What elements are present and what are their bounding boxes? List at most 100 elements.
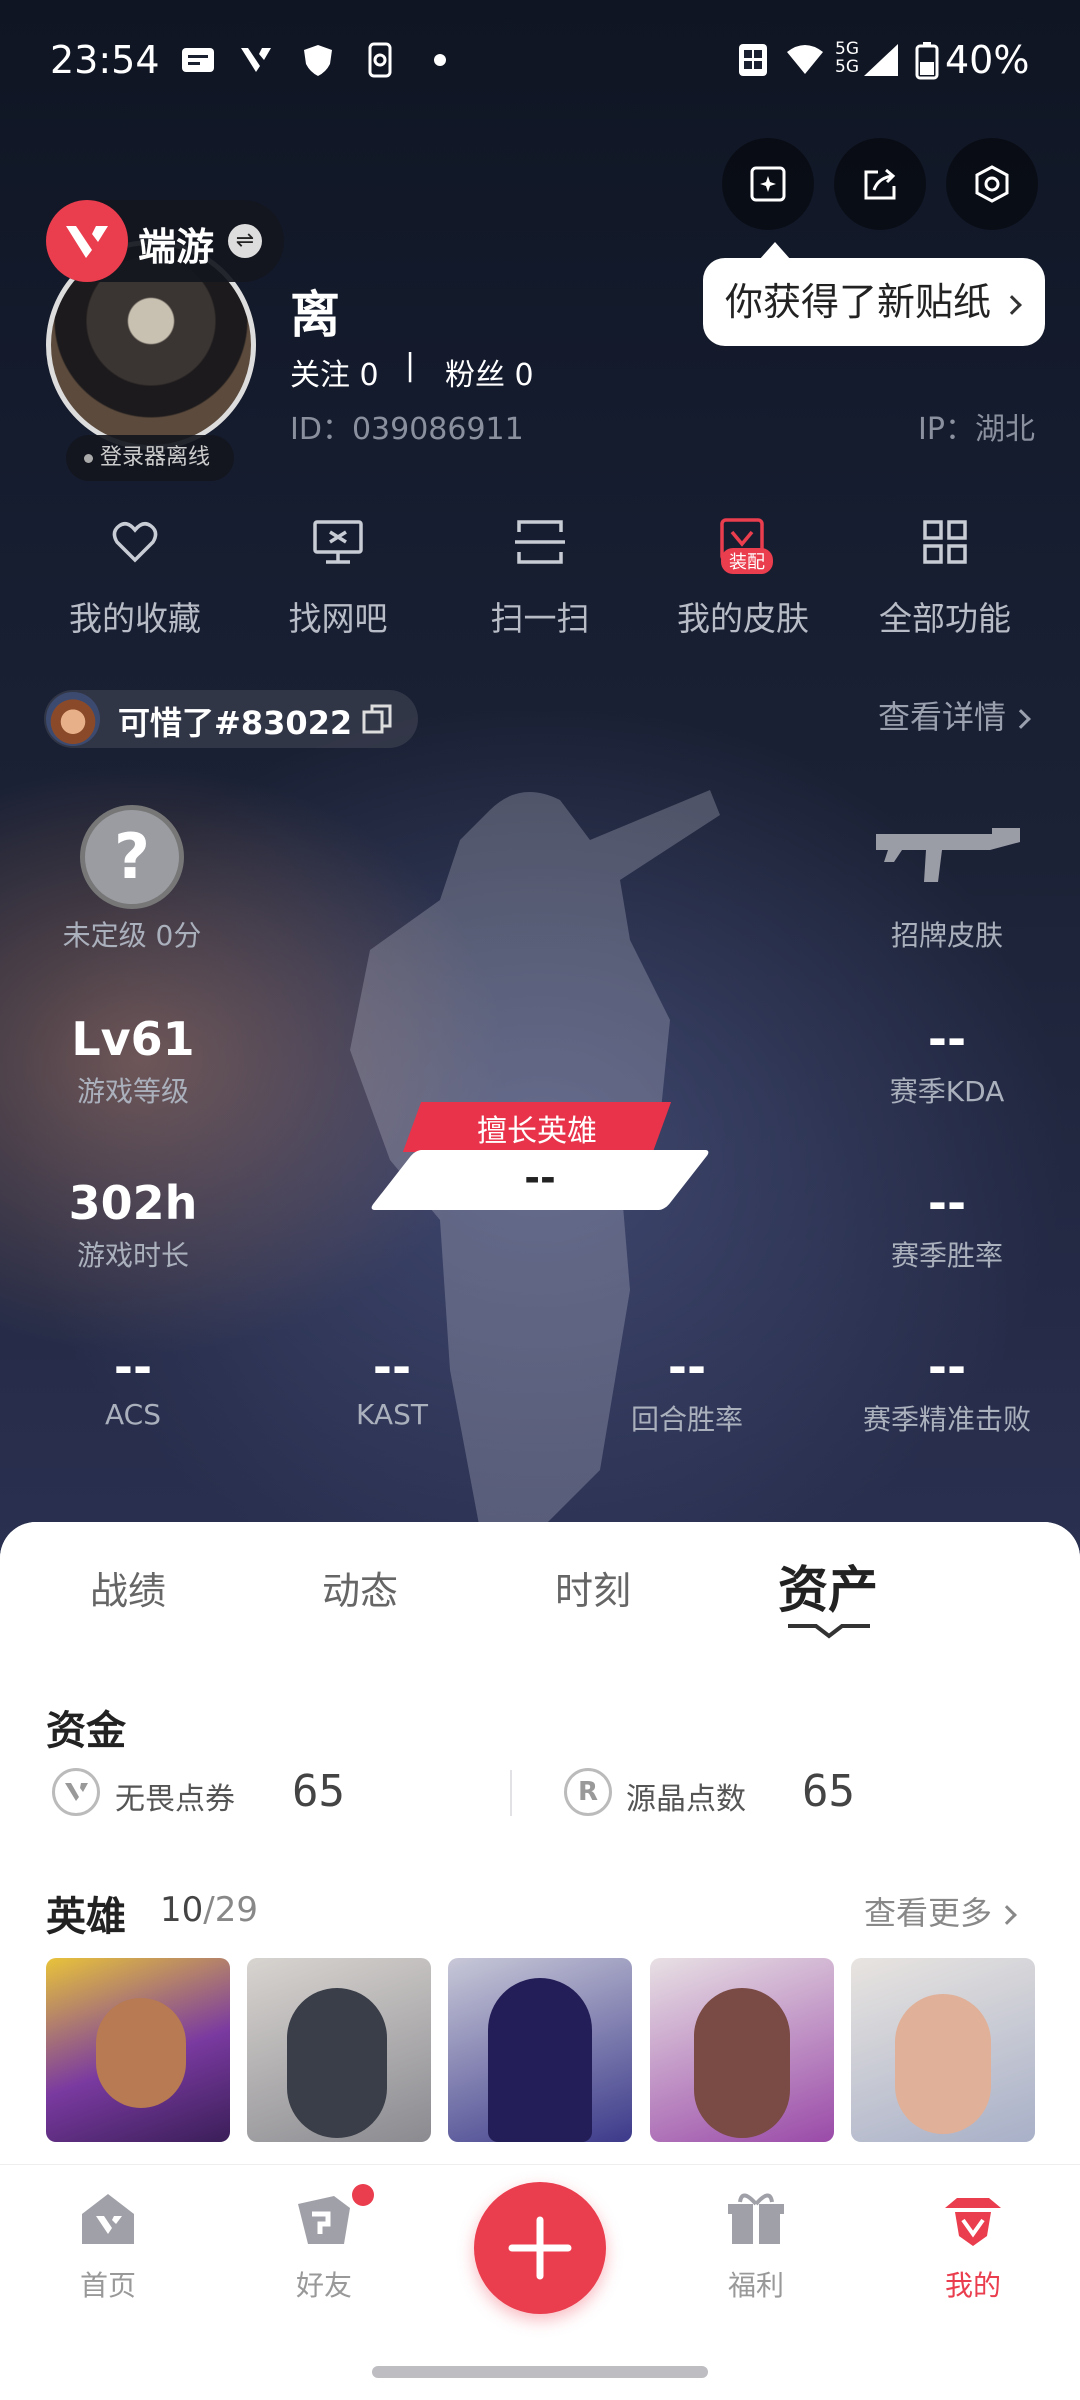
game-avatar bbox=[46, 692, 100, 746]
valorant-icon bbox=[238, 42, 274, 78]
tab-assets[interactable]: 资产 bbox=[778, 1550, 878, 1622]
stat-label: 回合胜率 bbox=[630, 1403, 743, 1436]
battery-icon bbox=[915, 42, 939, 80]
phone-sync-icon bbox=[362, 42, 398, 78]
nav-welfare[interactable]: 福利 bbox=[686, 2190, 826, 2304]
heroes-slash: / bbox=[203, 1890, 215, 1930]
stat-label: 游戏等级 bbox=[76, 1075, 189, 1108]
valorant-logo-icon bbox=[46, 200, 128, 282]
grid-icon bbox=[923, 520, 967, 564]
nav-label: 我的 bbox=[944, 2269, 1001, 2302]
gift-icon bbox=[728, 2193, 784, 2244]
dot-icon bbox=[430, 42, 466, 78]
hero-card[interactable] bbox=[448, 1958, 632, 2142]
fans-count[interactable]: 粉丝 0 bbox=[445, 350, 534, 394]
view-details-link[interactable]: 查看详情 bbox=[878, 692, 1031, 738]
gear-icon bbox=[975, 165, 1009, 203]
signature-skin-label[interactable]: 招牌皮肤 bbox=[842, 914, 1052, 954]
hero-portrait bbox=[96, 1998, 186, 2108]
hero-card[interactable] bbox=[851, 1958, 1035, 2142]
vp-currency-icon bbox=[52, 1768, 100, 1816]
settings-button[interactable] bbox=[946, 138, 1038, 230]
heroes-owned: 10 bbox=[160, 1890, 204, 1930]
shield-icon bbox=[300, 42, 336, 78]
rp-label: 源晶点数 bbox=[626, 1782, 746, 1817]
stat-label: 游戏时长 bbox=[76, 1239, 189, 1272]
heroes-count: 10/29 bbox=[160, 1890, 258, 1930]
gun-icon bbox=[876, 828, 1020, 882]
nfc-icon bbox=[735, 42, 771, 78]
quick-action-label: 全部功能 bbox=[879, 599, 1011, 638]
mode-switch-badge[interactable]: 端游 ⇌ bbox=[46, 200, 284, 282]
follow-count[interactable]: 关注 0 bbox=[290, 350, 379, 394]
heroes-title: 英雄 bbox=[46, 1894, 126, 1940]
nav-friends[interactable]: 好友 bbox=[254, 2184, 394, 2304]
stat-hours: 302h 游戏时长 bbox=[28, 1176, 238, 1274]
username: 离 bbox=[290, 286, 340, 344]
ip-location: IP：湖北 bbox=[918, 412, 1035, 447]
hero-portrait bbox=[488, 1978, 592, 2142]
stat-value: 302h bbox=[68, 1176, 198, 1230]
vp-value: 65 bbox=[292, 1766, 345, 1817]
tab-moments[interactable]: 时刻 bbox=[555, 1560, 631, 1615]
create-post-button[interactable] bbox=[474, 2182, 606, 2314]
hero-card[interactable] bbox=[650, 1958, 834, 2142]
quick-action-label: 我的收藏 bbox=[69, 599, 201, 638]
game-account-name: 可惜了#83022 bbox=[118, 704, 353, 742]
chevron-right-icon bbox=[997, 1905, 1017, 1925]
new-sticker-tooltip[interactable]: 你获得了新贴纸 bbox=[703, 242, 1045, 346]
user-id: ID：039086911 bbox=[290, 412, 524, 447]
stat-kda: -- 赛季KDA bbox=[842, 1012, 1052, 1110]
friends-icon bbox=[298, 2196, 350, 2244]
stat-winrate: -- 赛季胜率 bbox=[842, 1176, 1052, 1274]
nav-profile[interactable]: 我的 bbox=[903, 2190, 1043, 2304]
launcher-status: 登录器离线 bbox=[66, 435, 234, 481]
stat-label: 赛季精准击败 bbox=[862, 1403, 1031, 1436]
notification-dot bbox=[352, 2184, 374, 2206]
home-indicator bbox=[372, 2366, 708, 2378]
stat-value: Lv61 bbox=[71, 1012, 195, 1066]
rank-label: 未定级 0分 bbox=[62, 919, 202, 952]
hero-card[interactable] bbox=[46, 1958, 230, 2142]
stat-value: -- bbox=[927, 1176, 967, 1230]
view-more-label: 查看更多 bbox=[864, 1894, 993, 1932]
stat-label: 赛季胜率 bbox=[890, 1239, 1003, 1272]
home-icon bbox=[82, 2194, 134, 2244]
game-account-chip[interactable]: 可惜了#83022 bbox=[44, 690, 418, 748]
signal-icon bbox=[862, 42, 902, 78]
hero-portrait bbox=[895, 1994, 991, 2134]
vp-label: 无畏点券 bbox=[115, 1782, 235, 1817]
quick-action-scan[interactable]: 扫一扫 bbox=[460, 518, 620, 640]
best-hero-tag: 擅长英雄 bbox=[477, 1114, 597, 1149]
stat-round-winrate: -- 回合胜率 bbox=[582, 1340, 792, 1438]
separator: | bbox=[405, 348, 416, 383]
stat-value: -- bbox=[372, 1340, 412, 1394]
stat-acs: -- ACS bbox=[28, 1340, 238, 1431]
heroes-total: 29 bbox=[214, 1890, 258, 1930]
view-details-label: 查看详情 bbox=[878, 698, 1007, 736]
quick-action-internet-cafe[interactable]: 找网吧 bbox=[258, 518, 418, 640]
nav-label: 首页 bbox=[79, 2269, 136, 2302]
quick-action-favorites[interactable]: 我的收藏 bbox=[55, 518, 215, 640]
tab-feed[interactable]: 动态 bbox=[322, 1560, 398, 1615]
stat-label: 赛季KDA bbox=[889, 1075, 1005, 1108]
tab-records[interactable]: 战绩 bbox=[90, 1560, 166, 1615]
hero-card[interactable] bbox=[247, 1958, 431, 2142]
quick-action-skins[interactable]: 装配 我的皮肤 bbox=[663, 518, 823, 640]
skin-badge: 装配 bbox=[721, 548, 773, 574]
profile-icon bbox=[945, 2198, 1001, 2246]
sticker-button[interactable] bbox=[722, 138, 814, 230]
monitor-icon bbox=[313, 520, 363, 564]
view-more-link[interactable]: 查看更多 bbox=[864, 1888, 1017, 1934]
nav-home[interactable]: 首页 bbox=[38, 2190, 178, 2304]
share-button[interactable] bbox=[834, 138, 926, 230]
quick-action-all[interactable]: 全部功能 bbox=[865, 518, 1025, 640]
copy-icon[interactable] bbox=[362, 704, 394, 736]
funds-title: 资金 bbox=[46, 1708, 126, 1754]
stat-value: -- bbox=[927, 1340, 967, 1394]
quick-action-label: 找网吧 bbox=[288, 599, 388, 638]
nav-label: 福利 bbox=[727, 2269, 784, 2302]
status-time: 23:54 bbox=[50, 38, 160, 82]
stat-kast: -- KAST bbox=[287, 1340, 497, 1431]
mode-label: 端游 bbox=[138, 225, 215, 269]
